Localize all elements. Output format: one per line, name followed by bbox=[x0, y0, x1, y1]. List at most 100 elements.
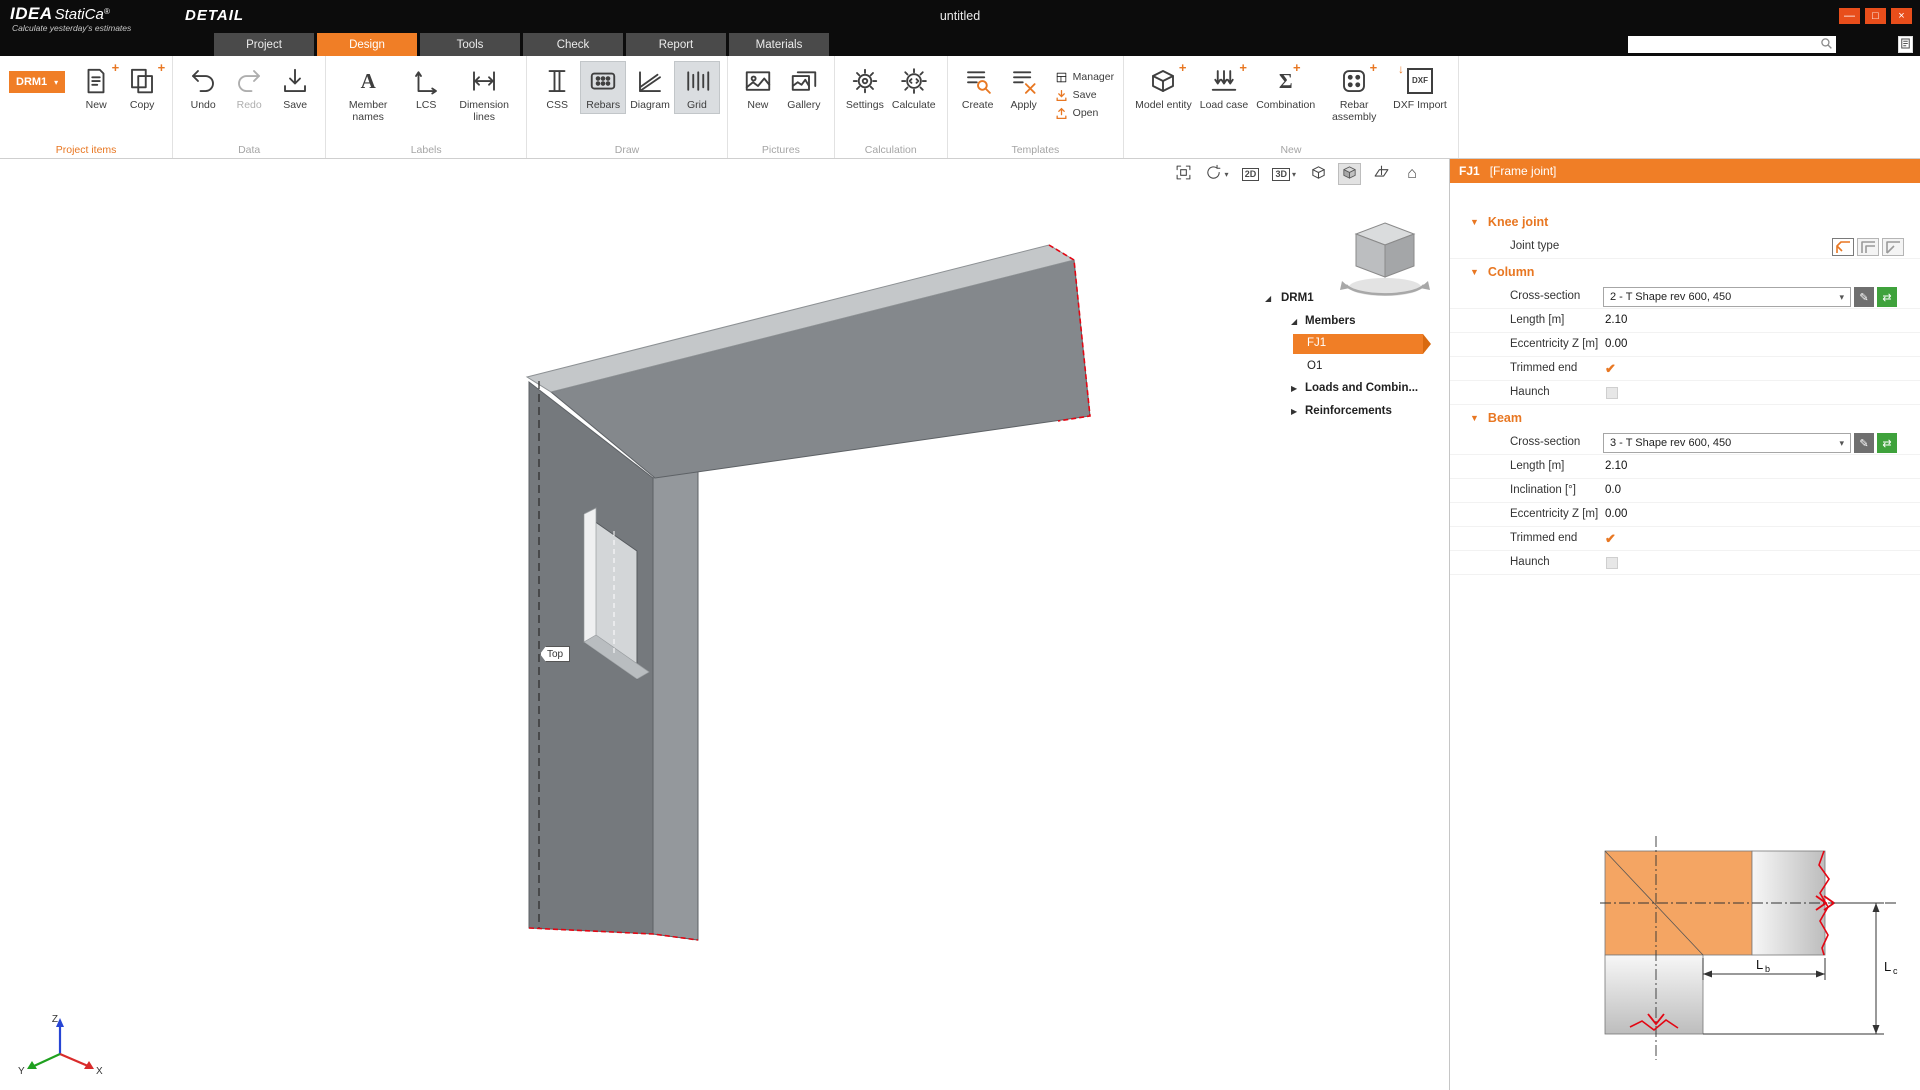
tree-item-fj1[interactable]: FJ1 bbox=[1255, 334, 1447, 355]
edit-cross-section-button[interactable]: ✎ bbox=[1854, 433, 1874, 453]
viewport-3d[interactable]: ▾2D3D▾⌂ Top bbox=[0, 159, 1449, 1090]
viewport-toolbar: ▾ 2D 3D▾ ⌂ bbox=[1172, 163, 1423, 185]
tab-report[interactable]: Report bbox=[626, 33, 726, 56]
cross-section-select[interactable]: 3 - T Shape rev 600, 450▾ bbox=[1603, 433, 1851, 453]
ribbon-group-new: +Model entity+Load caseΣ+Combination+Reb… bbox=[1124, 56, 1459, 158]
css-button[interactable]: CSS bbox=[534, 61, 580, 114]
prop-value[interactable]: 0.00 bbox=[1605, 508, 1627, 520]
prop-value[interactable]: 0.00 bbox=[1605, 338, 1627, 350]
prop-row-cross-section: Cross-section 3 - T Shape rev 600, 450▾✎⇄ bbox=[1450, 431, 1920, 455]
checkbox-checked-icon[interactable]: ✔ bbox=[1605, 531, 1616, 547]
tab-design[interactable]: Design bbox=[317, 33, 417, 56]
cross-section-select[interactable]: 2 - T Shape rev 600, 450▾ bbox=[1603, 287, 1851, 307]
section-column[interactable]: ▼Column bbox=[1450, 259, 1920, 285]
tree-item-drm1[interactable]: ◢DRM1 bbox=[1255, 289, 1447, 310]
checkbox-checked-icon[interactable]: ✔ bbox=[1605, 361, 1616, 377]
template-apply-icon bbox=[1009, 64, 1039, 98]
properties-panel-toggle-button[interactable] bbox=[1898, 36, 1913, 53]
calculate-icon bbox=[899, 64, 929, 98]
combination-button[interactable]: Σ+Combination bbox=[1252, 61, 1319, 114]
checkbox-unchecked[interactable] bbox=[1606, 557, 1618, 569]
tab-tools[interactable]: Tools bbox=[420, 33, 520, 56]
load-case-button[interactable]: +Load case bbox=[1196, 61, 1252, 114]
template-create-button[interactable]: Create bbox=[955, 61, 1001, 114]
redo-icon bbox=[234, 64, 264, 98]
new-project-item-button[interactable]: +New bbox=[73, 61, 119, 114]
tree-item-reinforcements[interactable]: ▶Reinforcements bbox=[1255, 402, 1447, 423]
settings-button[interactable]: Settings bbox=[842, 61, 888, 114]
member-names-button[interactable]: AMember names bbox=[333, 61, 403, 125]
minimize-button[interactable]: — bbox=[1839, 8, 1860, 24]
tab-materials[interactable]: Materials bbox=[729, 33, 829, 56]
lcs-button[interactable]: LCS bbox=[403, 61, 449, 114]
template-manager-button[interactable]: Manager bbox=[1055, 70, 1114, 84]
rotate-view-button[interactable]: ▾ bbox=[1203, 163, 1230, 185]
edit-cross-section-button[interactable]: ✎ bbox=[1854, 287, 1874, 307]
document-icon: + bbox=[81, 64, 111, 98]
prop-label: Haunch bbox=[1510, 556, 1550, 568]
properties-panel: FJ1 [Frame joint] ▼Knee jointJoint type▼… bbox=[1449, 159, 1920, 1090]
prop-label: Cross-section bbox=[1510, 436, 1580, 448]
gallery-button[interactable]: Gallery bbox=[781, 61, 827, 114]
tree-expanded-icon[interactable]: ◢ bbox=[1265, 295, 1271, 303]
knee-type-2-button[interactable] bbox=[1857, 238, 1879, 256]
dimension-lines-button[interactable]: Dimension lines bbox=[449, 61, 519, 125]
save-button[interactable]: Save bbox=[272, 61, 318, 114]
redo-label: Redo bbox=[237, 100, 262, 112]
undo-button[interactable]: Undo bbox=[180, 61, 226, 114]
zoom-extents-button[interactable] bbox=[1172, 163, 1194, 185]
dxf-import-button[interactable]: DXF↓DXF Import bbox=[1389, 61, 1451, 114]
diagram-button[interactable]: Diagram bbox=[626, 61, 674, 114]
checkbox-unchecked[interactable] bbox=[1606, 387, 1618, 399]
lcs-icon bbox=[411, 64, 441, 98]
tab-project[interactable]: Project bbox=[214, 33, 314, 56]
tree-expanded-icon[interactable]: ◢ bbox=[1291, 318, 1297, 326]
copy-cross-section-button[interactable]: ⇄ bbox=[1877, 433, 1897, 453]
section-plane-button[interactable] bbox=[1370, 163, 1392, 185]
calculate-button[interactable]: Calculate bbox=[888, 61, 940, 114]
tab-check[interactable]: Check bbox=[523, 33, 623, 56]
home-icon: ⌂ bbox=[1407, 166, 1417, 182]
model-entity-button[interactable]: +Model entity bbox=[1131, 61, 1196, 114]
view-2d-button[interactable]: 2D bbox=[1239, 163, 1261, 185]
axonometry-button[interactable] bbox=[1307, 163, 1329, 185]
section-title: Beam bbox=[1488, 411, 1522, 425]
dim-col-sub: c bbox=[1893, 966, 1898, 976]
prop-value[interactable]: 0.0 bbox=[1605, 484, 1621, 496]
template-apply-button[interactable]: Apply bbox=[1001, 61, 1047, 114]
navcube-cube-icon[interactable] bbox=[1356, 223, 1414, 277]
workspace: ▾2D3D▾⌂ Top bbox=[0, 159, 1920, 1090]
tree-item-members[interactable]: ◢Members bbox=[1255, 312, 1447, 333]
copy-cross-section-button[interactable]: ⇄ bbox=[1877, 287, 1897, 307]
prop-value[interactable]: 2.10 bbox=[1605, 314, 1627, 326]
knee-type-1-button[interactable] bbox=[1832, 238, 1854, 256]
ribbon-group-draw: CSSRebarsDiagramGridDraw bbox=[527, 56, 728, 158]
selected-item-code: FJ1 bbox=[1459, 164, 1480, 178]
rebar-assembly-button[interactable]: +Rebar assembly bbox=[1319, 61, 1389, 125]
picture-new-button[interactable]: New bbox=[735, 61, 781, 114]
model-canvas[interactable] bbox=[0, 159, 1449, 1090]
search-input[interactable] bbox=[1628, 37, 1820, 52]
template-save-button[interactable]: Save bbox=[1055, 88, 1114, 102]
section-beam[interactable]: ▼Beam bbox=[1450, 405, 1920, 431]
tree-collapsed-icon[interactable]: ▶ bbox=[1291, 385, 1297, 393]
tree-item-loads-and-combin[interactable]: ▶Loads and Combin... bbox=[1255, 379, 1447, 400]
column-web-face[interactable] bbox=[653, 463, 698, 940]
knee-type-3-button[interactable] bbox=[1882, 238, 1904, 256]
tree-collapsed-icon[interactable]: ▶ bbox=[1291, 408, 1297, 416]
copy-project-item-button[interactable]: +Copy bbox=[119, 61, 165, 114]
section-knee-joint[interactable]: ▼Knee joint bbox=[1450, 209, 1920, 235]
default-view-button[interactable]: ⌂ bbox=[1401, 163, 1423, 185]
maximize-button[interactable]: □ bbox=[1865, 8, 1886, 24]
template-open-button[interactable]: Open bbox=[1055, 106, 1114, 120]
close-button[interactable]: × bbox=[1891, 8, 1912, 24]
prop-value[interactable]: 2.10 bbox=[1605, 460, 1627, 472]
css-icon bbox=[542, 64, 572, 98]
view-3d-button[interactable]: 3D▾ bbox=[1270, 163, 1298, 185]
grid-button[interactable]: Grid bbox=[674, 61, 720, 114]
drm1-selector-button[interactable]: DRM1▾ bbox=[9, 71, 65, 93]
shaded-view-button[interactable] bbox=[1338, 163, 1361, 185]
tree-item-o1[interactable]: O1 bbox=[1255, 357, 1447, 378]
rebars-button[interactable]: Rebars bbox=[580, 61, 626, 114]
prop-label: Trimmed end bbox=[1510, 532, 1577, 544]
